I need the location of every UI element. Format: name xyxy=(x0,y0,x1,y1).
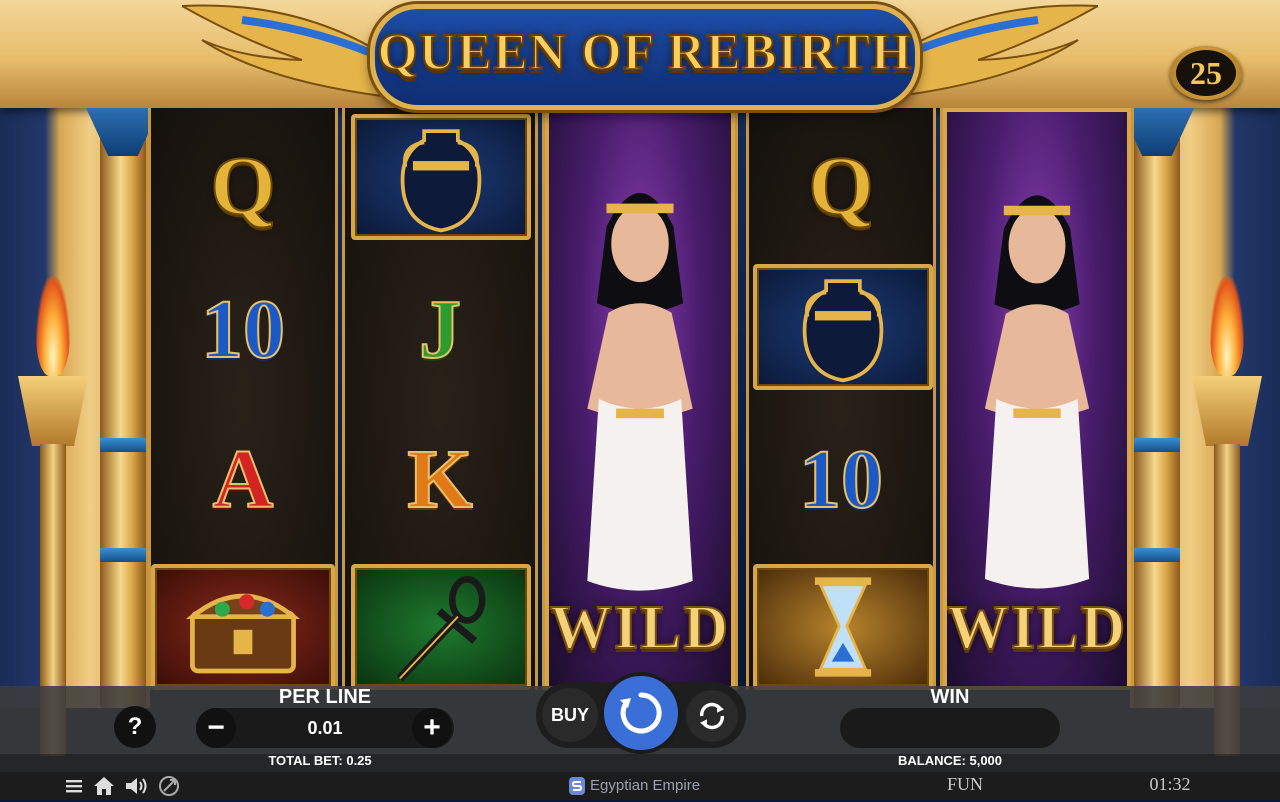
vase-icon xyxy=(753,264,933,390)
symbol-k: K xyxy=(406,432,473,527)
increase-bet-button[interactable]: + xyxy=(412,708,452,748)
spin-icon xyxy=(620,692,662,734)
per-line-label: PER LINE xyxy=(278,686,372,708)
autoplay-icon xyxy=(700,702,724,730)
decrease-bet-button[interactable]: − xyxy=(196,708,236,748)
lines-count-badge: 25 xyxy=(1176,50,1236,96)
reel-3: WILD xyxy=(542,108,738,690)
clock: 01:32 xyxy=(1149,774,1191,794)
ankh-icon xyxy=(351,564,531,690)
queen-wild-symbol: WILD xyxy=(545,108,735,690)
balance-text: BALANCE: 5,000 xyxy=(897,753,1003,768)
treasure-chest-icon xyxy=(151,564,335,690)
per-line-value: 0.01 xyxy=(307,718,343,738)
queen-wild-symbol: WILD xyxy=(943,108,1131,690)
mode-indicator: FUN xyxy=(946,774,983,794)
hourglass-icon xyxy=(753,564,933,690)
symbol-q: Q xyxy=(209,139,276,234)
game-title: QUEEN OF REBIRTH xyxy=(376,23,913,82)
flame-icon xyxy=(36,276,70,376)
reel-1: Q 10 A xyxy=(148,108,338,690)
wild-label: WILD xyxy=(549,593,731,663)
help-button[interactable]: ? xyxy=(114,706,156,748)
menu-icon[interactable] xyxy=(64,776,84,796)
symbol-j: J xyxy=(418,282,462,377)
wings-left-icon xyxy=(182,4,392,98)
home-icon[interactable] xyxy=(92,775,116,797)
symbol-10: 10 xyxy=(200,282,286,377)
pillar-right xyxy=(1120,108,1194,708)
provider-logo-icon xyxy=(568,776,586,796)
pillar-left xyxy=(86,108,160,708)
symbol-q: Q xyxy=(807,139,874,234)
reel-2: J K xyxy=(342,108,538,690)
vase-icon xyxy=(351,114,531,240)
reel-4: Q 10 xyxy=(746,108,936,690)
spin-button[interactable] xyxy=(600,672,682,754)
symbol-10: 10 xyxy=(798,432,884,527)
buy-feature-button[interactable]: BUY xyxy=(542,688,598,742)
win-label: WIN xyxy=(930,686,970,708)
flame-icon xyxy=(1210,276,1244,376)
symbol-a: A xyxy=(212,432,275,527)
turbo-icon[interactable] xyxy=(158,775,180,797)
total-bet-text: TOTAL BET: 0.25 xyxy=(268,753,372,768)
win-value xyxy=(840,708,1060,748)
autoplay-button[interactable] xyxy=(686,690,738,742)
provider-name: Egyptian Empire xyxy=(590,777,701,794)
reel-5: WILD xyxy=(940,108,1134,690)
sound-icon[interactable] xyxy=(124,775,150,797)
wild-label: WILD xyxy=(947,593,1128,663)
